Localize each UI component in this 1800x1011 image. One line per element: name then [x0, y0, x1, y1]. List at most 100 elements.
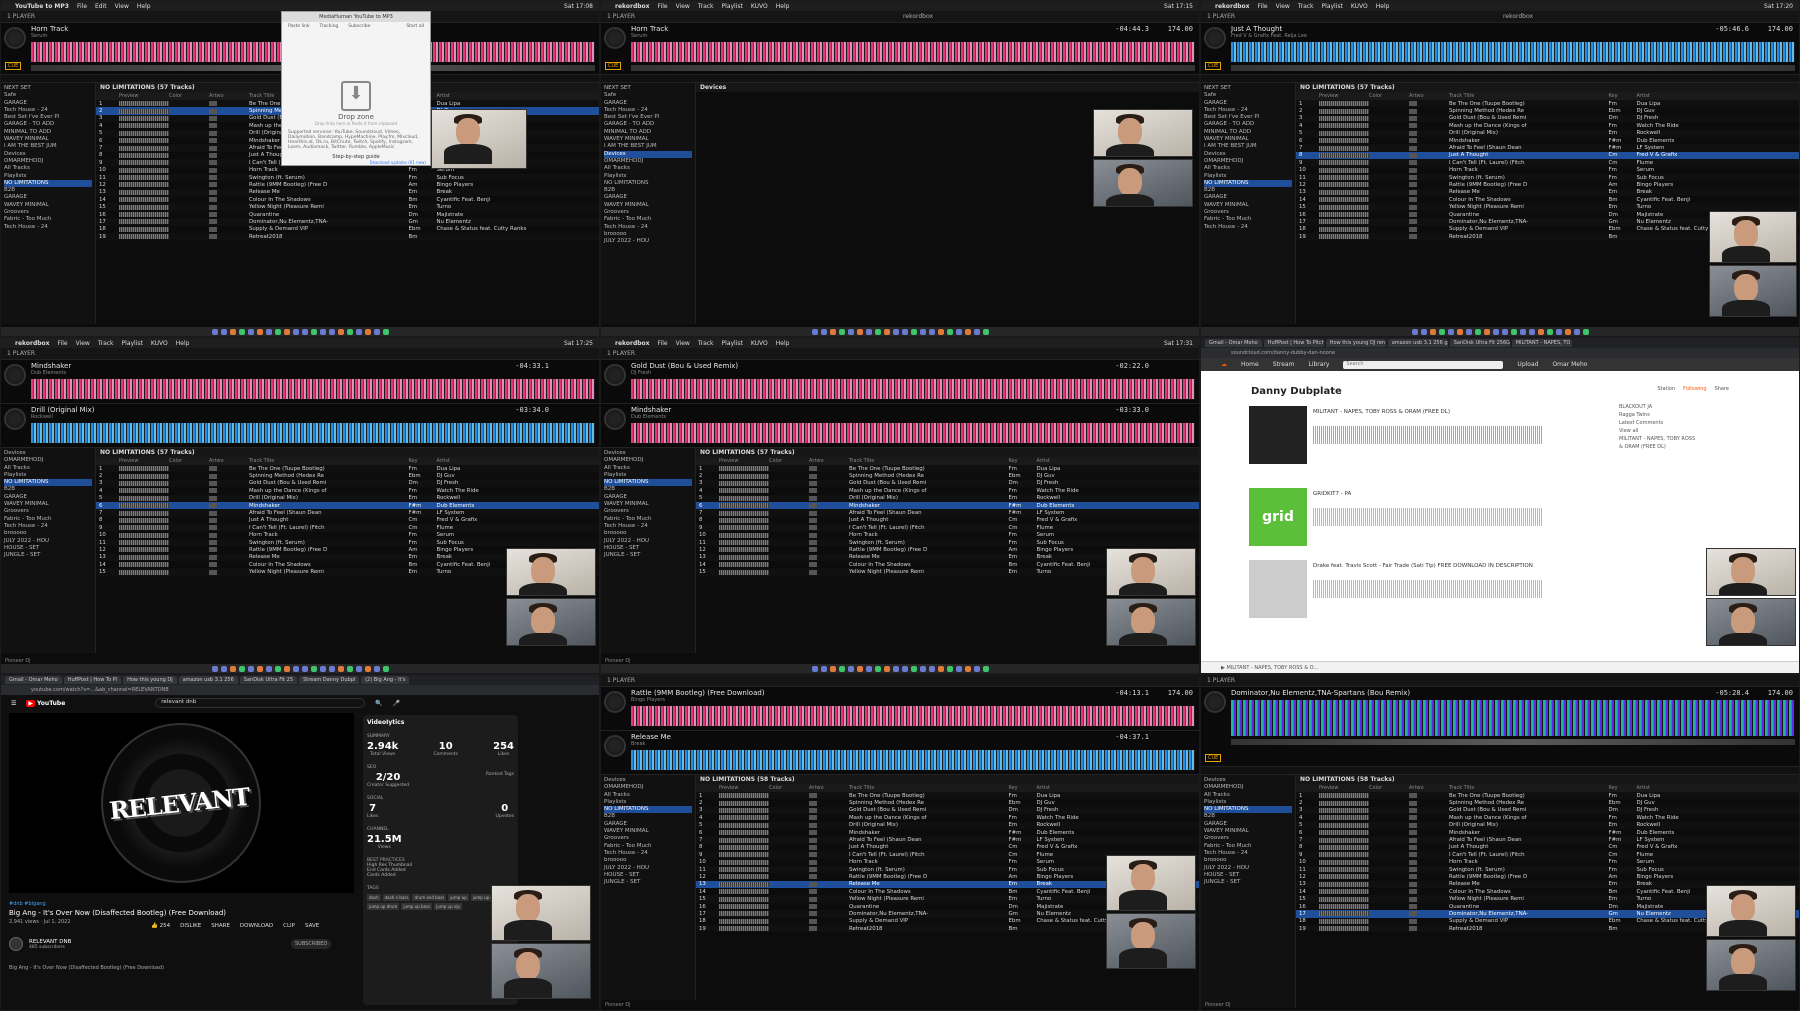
track-artwork[interactable] — [1249, 406, 1307, 464]
track-row[interactable]: 17 Dominator,Nu Elementz,TNA- Gm Nu Element… — [96, 218, 599, 226]
video-hashtags[interactable]: #dnb #bigang — [9, 901, 46, 907]
track-row[interactable]: 11 Swington (ft. Serum) Fm Sub Focus — [696, 538, 1199, 547]
download-button[interactable]: DOWNLOAD — [240, 923, 273, 929]
track-row[interactable]: 14 Colour In The Shadows Bm Cyantific Feat.… — [96, 196, 599, 203]
tree-item[interactable]: I AM THE BEST JUM — [4, 143, 92, 150]
share-button[interactable]: SHARE — [211, 923, 230, 929]
video-description[interactable]: Big Ang - It's Over Now (Disaffected Boo… — [9, 965, 164, 971]
address-bar[interactable]: youtube.com/watch?v=...&ab_channel=RELEV… — [1, 685, 599, 695]
tree-item[interactable]: GARAGE — [604, 494, 692, 501]
tree-item[interactable]: Fabric - Too Much — [1204, 216, 1292, 223]
menubar-app-name[interactable]: rekordbox — [1215, 3, 1250, 10]
tree-item[interactable]: Tech House - 24 — [1204, 107, 1292, 114]
menu-help[interactable]: Help — [1376, 3, 1390, 10]
tree-item[interactable]: OMARMEHODJ — [604, 784, 692, 791]
col-title[interactable]: Track Title — [849, 785, 1009, 791]
overview-waveform[interactable] — [631, 65, 1195, 71]
track-row[interactable]: 6 Mindshaker F#m Dub Elements — [696, 501, 1199, 510]
menu-kuvo[interactable]: KUVO — [751, 3, 768, 10]
col-title[interactable]: Track Title — [249, 458, 409, 464]
tree-item[interactable]: GARAGE — [604, 821, 692, 828]
nav-home[interactable]: Home — [1241, 361, 1259, 368]
tree-item-selected[interactable]: NO LIMITATIONS — [1204, 179, 1292, 188]
track-artwork[interactable]: grid — [1249, 488, 1307, 546]
tree-item[interactable]: All Tracks — [1204, 792, 1292, 799]
tree-item[interactable]: MINIMAL TO ADD — [1204, 129, 1292, 136]
cue-button[interactable]: CUE — [5, 62, 22, 70]
col-artist[interactable]: Artist — [1037, 458, 1197, 464]
tree-item[interactable]: OMARMEHODJ — [4, 457, 92, 464]
track-row[interactable]: 5 Drill (Original Mix) Em Rockwell — [696, 821, 1199, 829]
tree-item[interactable]: GARAGE — [1204, 821, 1292, 828]
channel-name[interactable]: RELEVANT DNB — [29, 939, 71, 945]
tree-item[interactable]: Groovers — [1204, 835, 1292, 842]
tag-chip[interactable]: jump up — [448, 894, 469, 901]
track-row[interactable]: 7 Afraid To Feel (Shaun Dean F#m LF System — [1296, 836, 1799, 844]
tree-item[interactable]: HOUSE - SET — [604, 872, 692, 879]
track-name[interactable]: Drake feat. Travis Scott - Fair Trade (S… — [1313, 563, 1543, 569]
track-row[interactable]: 8 Just A Thought Cm Fred V & Grafix — [696, 844, 1199, 851]
col-key[interactable]: Key — [1009, 785, 1037, 791]
col-color[interactable]: Color — [169, 93, 209, 99]
track-row[interactable]: 15 Yellow Night (Pleasure Remi Em Turno — [1296, 203, 1799, 211]
menu-icon[interactable]: ☰ — [11, 700, 16, 707]
menu-file[interactable]: File — [77, 3, 87, 10]
track-row[interactable]: 5 Drill (Original Mix) Em Rockwell — [1296, 129, 1799, 137]
tree-item[interactable]: Groovers — [604, 209, 692, 216]
tree-item[interactable]: brooooo — [1204, 857, 1292, 864]
col-preview[interactable]: Preview — [1319, 93, 1369, 99]
track-row[interactable]: 2 Spinning Method (Hedex Re Ebm DJ Guv — [696, 799, 1199, 806]
tree-item[interactable]: Playlists — [604, 799, 692, 806]
soundcloud-logo-icon[interactable]: ☁ — [1221, 361, 1227, 368]
col-color[interactable]: Color — [769, 458, 809, 464]
browser-tab[interactable]: How this young DJ — [123, 676, 177, 684]
tree-item[interactable]: WAVEY MINIMAL — [604, 202, 692, 209]
menu-view[interactable]: View — [1276, 3, 1290, 10]
col-key[interactable]: Key — [1609, 785, 1637, 791]
player-mode[interactable]: 1 PLAYER — [7, 350, 35, 357]
tree-item[interactable]: Groovers — [1204, 209, 1292, 216]
waveform[interactable] — [31, 423, 595, 443]
track-name[interactable]: GRIDKIT7 - PA — [1313, 491, 1543, 497]
tree-item[interactable]: Tech House - 24 — [4, 523, 92, 530]
tree-item[interactable]: Playlists — [1204, 799, 1292, 806]
tree-item[interactable]: JULY 2022 - HOU — [604, 238, 692, 245]
col-artwork[interactable]: Artwo — [809, 458, 849, 464]
jog-wheel[interactable] — [604, 408, 626, 430]
mic-icon[interactable]: 🎤 — [393, 700, 400, 707]
tree-item[interactable]: OMARMEHODJ — [604, 457, 692, 464]
col-color[interactable]: Color — [169, 458, 209, 464]
menu-file[interactable]: File — [58, 340, 68, 347]
menubar-app-name[interactable]: rekordbox — [15, 340, 50, 347]
track-row[interactable]: 4 Mash up the Dance (Kings of Fm Watch The … — [696, 487, 1199, 494]
tree-item[interactable]: Tech House - 24 — [1204, 224, 1292, 231]
tree-item[interactable]: Best Set I've Ever Pl — [1204, 114, 1292, 121]
track-row[interactable]: 4 Mash up the Dance (Kings of Fm Watch The … — [1296, 814, 1799, 821]
player-mode[interactable]: 1 PLAYER — [607, 13, 635, 20]
menu-help[interactable]: Help — [776, 340, 790, 347]
tree-item[interactable]: WAVEY MINIMAL — [604, 136, 692, 143]
tree-item[interactable]: GARAGE — [604, 100, 692, 107]
menu-playlist[interactable]: Playlist — [122, 340, 143, 347]
track-waveform[interactable] — [1313, 580, 1543, 598]
tree-item[interactable]: All Tracks — [1204, 165, 1292, 172]
tree-item[interactable]: GARAGE — [4, 494, 92, 501]
tree-item[interactable]: B2B — [1204, 187, 1292, 194]
track-row[interactable]: 12 Rattle (9MM Bootleg) (Free D Am Bingo Pl… — [1296, 181, 1799, 188]
search-icon[interactable]: 🔍 — [375, 700, 382, 707]
track-row[interactable]: 1 Be The One (Tuupe Bootleg) Fm Dua Lipa — [696, 465, 1199, 473]
tag-chip[interactable]: jump up vip — [434, 903, 462, 910]
user-menu[interactable]: Omar Meho — [1552, 361, 1587, 368]
tree-item[interactable]: WAVEY MINIMAL — [1204, 828, 1292, 835]
tree-item[interactable]: HOUSE - SET — [4, 545, 92, 552]
menu-help[interactable]: Help — [137, 3, 151, 10]
tree-item[interactable]: Playlists — [4, 173, 92, 180]
jog-wheel[interactable] — [4, 27, 26, 49]
clip-button[interactable]: CLIP — [283, 923, 295, 929]
tree-item[interactable]: Best Set I've Ever Pl — [604, 114, 692, 121]
col-artwork[interactable]: Artwo — [1409, 785, 1449, 791]
tree-item[interactable]: OMARMEHODJ — [1204, 784, 1292, 791]
channel-avatar[interactable] — [9, 937, 23, 951]
tree-item[interactable]: WAVEY MINIMAL — [1204, 202, 1292, 209]
youtube-logo[interactable]: ▶ YouTube — [26, 699, 65, 707]
